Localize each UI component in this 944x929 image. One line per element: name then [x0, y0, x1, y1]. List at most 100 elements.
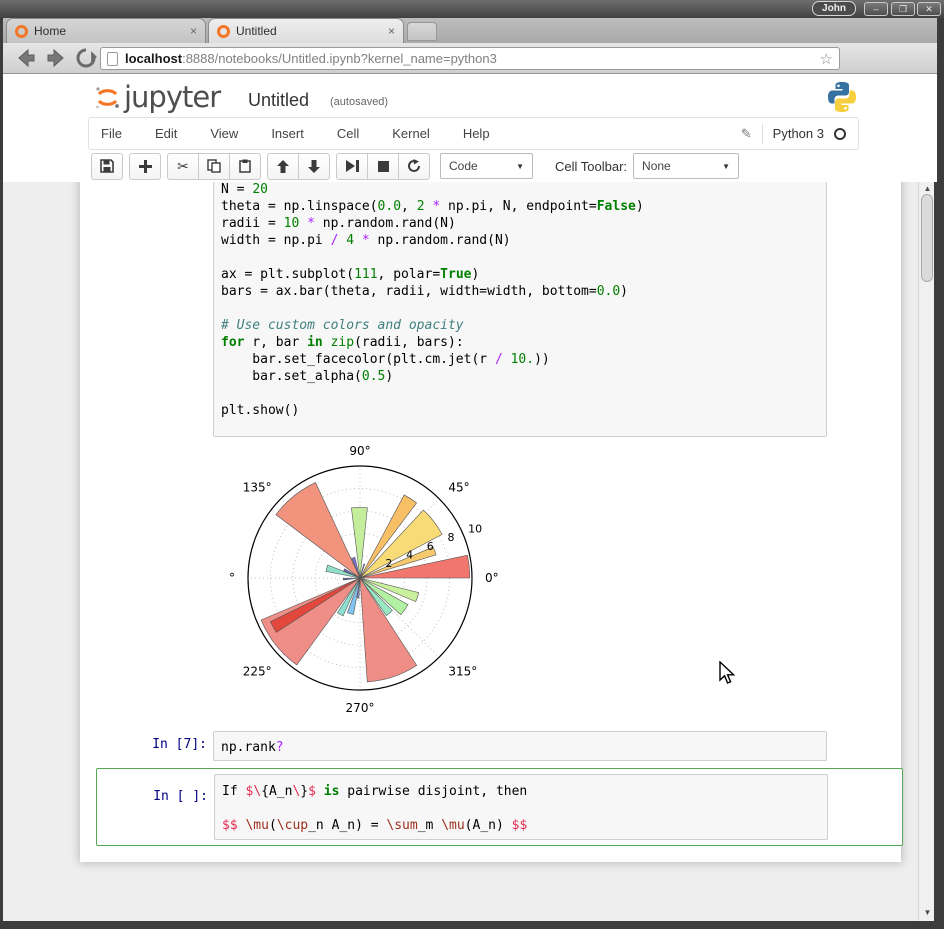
code-line: ax = plt.subplot(111, polar=True)	[221, 266, 826, 283]
code-cell-input[interactable]: N = 20theta = np.linspace(0.0, 2 * np.pi…	[213, 182, 827, 437]
window-frame	[937, 18, 944, 929]
angle-tick-label: 90°	[349, 445, 370, 458]
code-line: If $\{A_n\}$ is pairwise disjoint, then	[222, 783, 827, 800]
browser-tabstrip: Home × Untitled ×	[3, 18, 937, 43]
url-path: :8888/notebooks/Untitled.ipynb?kernel_na…	[182, 51, 497, 66]
notebook-title[interactable]: Untitled	[248, 90, 309, 111]
back-icon[interactable]	[15, 47, 37, 69]
code-line: bars = ax.bar(theta, radii, width=width,…	[221, 283, 826, 300]
code-line	[222, 800, 827, 817]
code-line: np.rank?	[221, 739, 826, 756]
forward-icon[interactable]	[45, 47, 67, 69]
code-line: $$ \mu(\cup_n A_n) = \sum_m \mu(A_n) $$	[222, 817, 827, 834]
jupyter-header: jupyter Untitled (autosaved) File Edit V…	[3, 74, 937, 182]
window-frame	[0, 18, 3, 929]
angle-tick-label: 180°	[230, 571, 235, 585]
url-host: localhost	[125, 51, 182, 66]
titlebar-user-label: John	[812, 1, 856, 16]
polar-bar	[276, 483, 360, 578]
menu-insert[interactable]: Insert	[271, 126, 304, 141]
jupyter-favicon	[15, 25, 28, 38]
move-cell-down-button[interactable]	[298, 153, 330, 180]
window-close-button[interactable]: ✕	[917, 2, 941, 16]
menu-file[interactable]: File	[101, 126, 122, 141]
scroll-down-icon[interactable]: ▼	[923, 908, 932, 917]
menu-kernel[interactable]: Kernel	[392, 126, 430, 141]
jupyter-logo-icon	[95, 84, 120, 112]
radial-tick-label: 2	[385, 557, 392, 570]
angle-tick-label: 0°	[485, 571, 499, 585]
angle-tick-label: 270°	[346, 701, 375, 715]
save-button[interactable]	[91, 153, 123, 180]
move-cell-up-button[interactable]	[267, 153, 299, 180]
input-prompt: In [7]:	[120, 737, 207, 752]
url-bar[interactable]: localhost:8888/notebooks/Untitled.ipynb?…	[100, 47, 840, 70]
radial-tick-label: 4	[406, 548, 413, 561]
code-line: # Use custom colors and opacity	[221, 317, 826, 334]
edit-mode-pencil-icon: ✎	[741, 126, 752, 142]
polar-plot-output: 0°45°90°135°180°225°270°315°246810	[230, 445, 510, 725]
code-line: N = 20	[221, 182, 826, 198]
code-cell-input-7[interactable]: np.rank?	[213, 731, 827, 761]
menu-cell[interactable]: Cell	[337, 126, 359, 141]
notebook-scroll-area[interactable]: N = 20theta = np.linspace(0.0, 2 * np.pi…	[3, 182, 921, 921]
angle-tick-label: 225°	[243, 664, 272, 678]
code-line	[221, 249, 826, 266]
tab-close-icon[interactable]: ×	[388, 24, 395, 38]
window-frame	[0, 921, 944, 929]
code-line: bar.set_alpha(0.5)	[221, 368, 826, 385]
autosave-status: (autosaved)	[330, 96, 388, 108]
kernel-name: Python 3	[773, 126, 824, 141]
page-icon	[107, 52, 118, 66]
code-line: radii = 10 * np.random.rand(N)	[221, 215, 826, 232]
jupyter-logo[interactable]: jupyter	[95, 82, 220, 112]
restart-kernel-button[interactable]	[398, 153, 430, 180]
tab-label: Untitled	[236, 24, 382, 38]
add-cell-button[interactable]	[129, 153, 161, 180]
paste-cell-button[interactable]	[229, 153, 261, 180]
window-titlebar: John – ❐ ✕	[0, 0, 944, 18]
jupyter-toolbar: ✂ Code▼ Cell Toolbar: None▼	[91, 152, 739, 180]
cut-cell-button[interactable]: ✂	[167, 153, 199, 180]
menu-help[interactable]: Help	[463, 126, 490, 141]
stop-kernel-button[interactable]	[367, 153, 399, 180]
code-line: plt.show()	[221, 402, 826, 419]
run-cell-button[interactable]	[336, 153, 368, 180]
menu-edit[interactable]: Edit	[155, 126, 177, 141]
browser-navbar: localhost:8888/notebooks/Untitled.ipynb?…	[3, 43, 937, 74]
copy-cell-button[interactable]	[198, 153, 230, 180]
jupyter-favicon	[217, 25, 230, 38]
notebook-container: N = 20theta = np.linspace(0.0, 2 * np.pi…	[80, 182, 901, 862]
code-line	[221, 300, 826, 317]
scrollbar-thumb[interactable]	[921, 194, 933, 282]
new-tab-button[interactable]	[407, 22, 437, 41]
bookmark-star-icon[interactable]: ☆	[820, 50, 833, 68]
radial-tick-label: 10	[468, 523, 482, 536]
url-text[interactable]: localhost:8888/notebooks/Untitled.ipynb?…	[125, 51, 820, 66]
cell-toolbar-select[interactable]: None▼	[633, 153, 739, 179]
selected-cell[interactable]: In [ ]: If $\{A_n\}$ is pairwise disjoin…	[96, 768, 903, 846]
code-line: theta = np.linspace(0.0, 2 * np.pi, N, e…	[221, 198, 826, 215]
chevron-down-icon: ▼	[722, 162, 730, 171]
divider	[762, 124, 763, 144]
jupyter-logo-text: jupyter	[124, 82, 220, 112]
python-logo-icon	[825, 80, 859, 114]
cell-toolbar-label: Cell Toolbar:	[555, 159, 627, 174]
latex-cell-input[interactable]: If $\{A_n\}$ is pairwise disjoint, then …	[214, 774, 828, 840]
angle-tick-label: 45°	[448, 481, 469, 495]
browser-tab-untitled[interactable]: Untitled ×	[208, 18, 404, 43]
code-line: width = np.pi / 4 * np.random.rand(N)	[221, 232, 826, 249]
window-maximize-button[interactable]: ❐	[891, 2, 915, 16]
scroll-up-icon[interactable]: ▲	[923, 184, 932, 193]
radial-tick-label: 8	[447, 531, 454, 544]
input-prompt: In [ ]:	[121, 789, 208, 804]
radial-tick-label: 6	[427, 540, 434, 553]
menu-view[interactable]: View	[210, 126, 238, 141]
tab-close-icon[interactable]: ×	[190, 24, 197, 38]
vertical-scrollbar[interactable]: ▲ ▼	[918, 182, 934, 921]
cell-type-select[interactable]: Code▼	[440, 153, 533, 179]
browser-tab-home[interactable]: Home ×	[6, 18, 206, 43]
window-minimize-button[interactable]: –	[864, 2, 888, 16]
reload-icon[interactable]	[75, 47, 97, 69]
code-line: for r, bar in zip(radii, bars):	[221, 334, 826, 351]
